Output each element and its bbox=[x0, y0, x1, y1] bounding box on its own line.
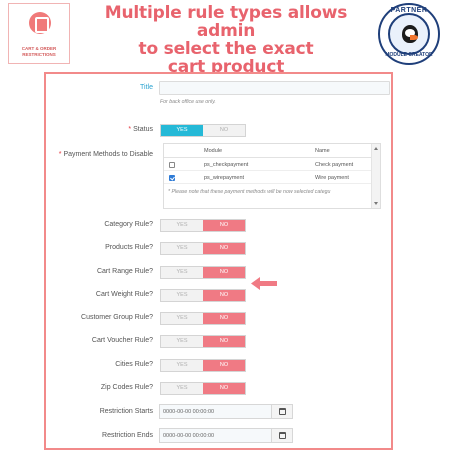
puffin-icon bbox=[402, 25, 418, 43]
restriction-ends-value: 0000-00-00 00:00:00 bbox=[163, 433, 215, 439]
calendar-icon bbox=[279, 408, 286, 415]
products-rule-toggle[interactable]: YES NO bbox=[160, 242, 246, 255]
status-label: * Status bbox=[128, 126, 153, 133]
table-scrollbar[interactable] bbox=[371, 144, 380, 208]
module-logo: CART & ORDER RESTRICTIONS bbox=[8, 3, 70, 64]
scroll-down-icon[interactable] bbox=[374, 202, 378, 205]
calendar-icon bbox=[279, 432, 286, 439]
badge-inner bbox=[388, 13, 430, 55]
scroll-up-icon[interactable] bbox=[374, 147, 378, 150]
rule-no-option[interactable]: NO bbox=[203, 267, 245, 278]
table-header: Module Name bbox=[164, 144, 371, 158]
rule-label-cart-voucher: Cart Voucher Rule? bbox=[91, 337, 153, 344]
rule-yes-option[interactable]: YES bbox=[161, 243, 203, 254]
payment-methods-label: * Payment Methods to Disable bbox=[58, 151, 154, 158]
status-no-option[interactable]: NO bbox=[203, 125, 245, 136]
row-name: Check payment bbox=[315, 162, 354, 168]
table-row: ps_wirepayment Wire payment bbox=[164, 172, 371, 184]
status-label-text: Status bbox=[133, 126, 153, 133]
calendar-button[interactable] bbox=[271, 429, 292, 442]
status-yes-option[interactable]: YES bbox=[161, 125, 203, 136]
rule-yes-option[interactable]: YES bbox=[161, 267, 203, 278]
headline-line2: to select the exact bbox=[138, 39, 314, 59]
rule-no-option[interactable]: NO bbox=[203, 336, 245, 347]
cart-range-rule-toggle[interactable]: YES NO bbox=[160, 266, 246, 279]
rule-yes-option[interactable]: YES bbox=[161, 360, 203, 371]
logo-text: CART & ORDER RESTRICTIONS bbox=[9, 46, 69, 57]
row-module: ps_checkpayment bbox=[204, 162, 249, 168]
payment-methods-label-text: Payment Methods to Disable bbox=[63, 151, 154, 158]
row-module: ps_wirepayment bbox=[204, 175, 245, 181]
customer-group-rule-toggle[interactable]: YES NO bbox=[160, 312, 246, 325]
rule-yes-option[interactable]: YES bbox=[161, 383, 203, 394]
rule-label-cities: Cities Rule? bbox=[115, 361, 153, 368]
logo-text-line2: RESTRICTIONS bbox=[22, 51, 56, 57]
rule-label-products: Products Rule? bbox=[105, 244, 153, 251]
status-toggle[interactable]: YES NO bbox=[160, 124, 246, 137]
rule-no-option[interactable]: NO bbox=[203, 220, 245, 231]
rule-label-cart-range: Cart Range Rule? bbox=[96, 268, 153, 275]
calendar-button[interactable] bbox=[271, 405, 292, 418]
page-headline: Multiple rule types allows admin to sele… bbox=[76, 4, 376, 76]
rule-no-option[interactable]: NO bbox=[203, 360, 245, 371]
rule-label-cart-weight: Cart Weight Rule? bbox=[95, 291, 153, 298]
rule-yes-option[interactable]: YES bbox=[161, 336, 203, 347]
rule-no-option[interactable]: NO bbox=[203, 290, 245, 301]
zip-codes-rule-toggle[interactable]: YES NO bbox=[160, 382, 246, 395]
cities-rule-toggle[interactable]: YES NO bbox=[160, 359, 246, 372]
col-module-header: Module bbox=[204, 148, 223, 154]
row-checkbox[interactable] bbox=[169, 162, 175, 168]
restriction-starts-value: 0000-00-00 00:00:00 bbox=[163, 409, 215, 415]
cart-restriction-icon bbox=[29, 12, 51, 34]
title-help-text: For back office use only. bbox=[160, 99, 216, 105]
badge-bottom-text: MODULE CREATOR bbox=[385, 52, 433, 58]
rule-label-category: Category Rule? bbox=[104, 221, 153, 228]
payment-help-text: * Please note that these payment methods… bbox=[168, 189, 331, 195]
table-row: ps_checkpayment Check payment bbox=[164, 159, 371, 171]
category-rule-toggle[interactable]: YES NO bbox=[160, 219, 246, 232]
rule-no-option[interactable]: NO bbox=[203, 313, 245, 324]
partner-badge: PARTNER MODULE CREATOR bbox=[378, 3, 440, 65]
restriction-starts-input[interactable]: 0000-00-00 00:00:00 bbox=[159, 404, 293, 419]
rule-no-option[interactable]: NO bbox=[203, 243, 245, 254]
payment-methods-table: Module Name ps_checkpayment Check paymen… bbox=[163, 143, 381, 209]
headline-line1: Multiple rule types allows admin bbox=[104, 3, 348, 41]
cart-voucher-rule-toggle[interactable]: YES NO bbox=[160, 335, 246, 348]
rule-yes-option[interactable]: YES bbox=[161, 313, 203, 324]
title-label: Title bbox=[140, 84, 153, 91]
rule-label-zip-codes: Zip Codes Rule? bbox=[100, 384, 153, 391]
restriction-starts-label: Restriction Starts bbox=[99, 408, 153, 415]
arrow-left-icon bbox=[251, 277, 277, 290]
restriction-ends-label: Restriction Ends bbox=[102, 432, 153, 439]
restriction-form-panel: Title For back office use only. * Status … bbox=[44, 72, 393, 450]
row-checkbox[interactable] bbox=[169, 175, 175, 181]
rule-yes-option[interactable]: YES bbox=[161, 220, 203, 231]
cart-weight-rule-toggle[interactable]: YES NO bbox=[160, 289, 246, 302]
title-input[interactable] bbox=[159, 81, 390, 95]
beak-icon bbox=[410, 35, 418, 40]
restriction-ends-input[interactable]: 0000-00-00 00:00:00 bbox=[159, 428, 293, 443]
col-name-header: Name bbox=[315, 148, 330, 154]
row-name: Wire payment bbox=[315, 175, 349, 181]
rule-no-option[interactable]: NO bbox=[203, 383, 245, 394]
header: CART & ORDER RESTRICTIONS Multiple rule … bbox=[0, 0, 452, 76]
rule-yes-option[interactable]: YES bbox=[161, 290, 203, 301]
rule-label-customer-group: Customer Group Rule? bbox=[81, 314, 153, 321]
